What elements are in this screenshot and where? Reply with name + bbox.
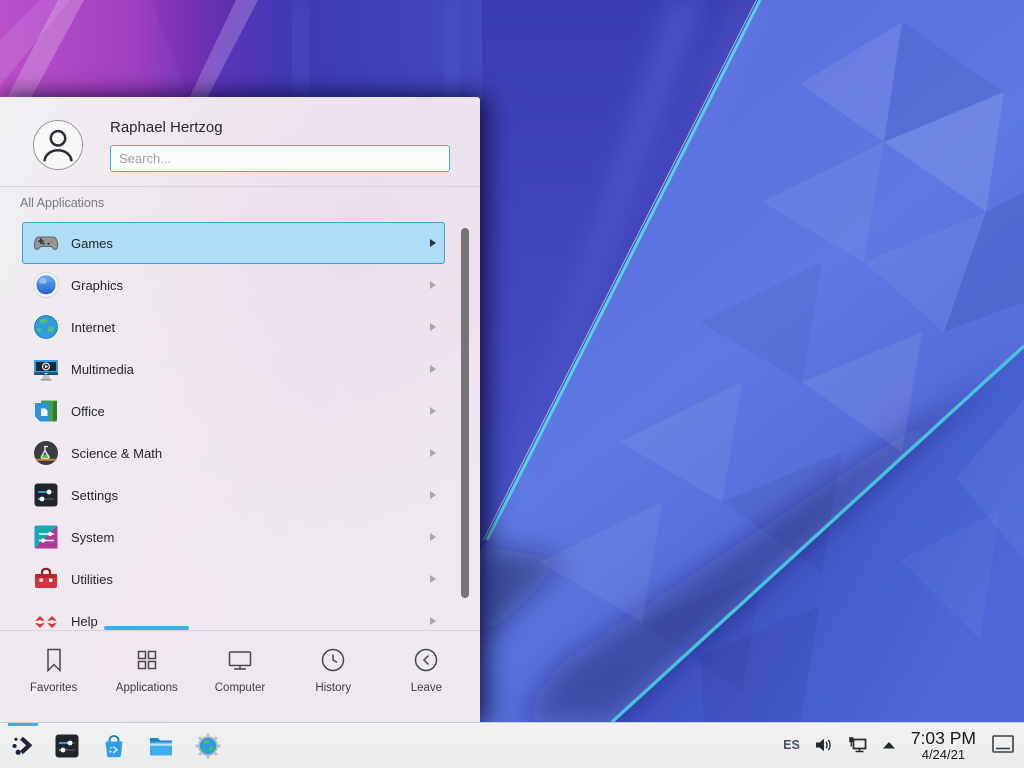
discover-icon[interactable] (100, 732, 128, 760)
leave-icon (411, 645, 441, 675)
submenu-arrow-icon (429, 616, 437, 626)
category-help[interactable]: Help (22, 600, 445, 630)
multimedia-icon (32, 355, 60, 383)
graphics-icon (32, 271, 60, 299)
category-label: Games (71, 236, 429, 251)
office-icon (32, 397, 60, 425)
favorites-icon (39, 645, 69, 675)
submenu-arrow-icon (429, 532, 437, 542)
pinned-apps (53, 732, 222, 760)
taskbar-panel: ES 7:03 PM 4/24/21 (0, 722, 1024, 768)
tab-label: Leave (411, 682, 442, 694)
category-label: Multimedia (71, 362, 429, 377)
tab-label: Computer (215, 682, 266, 694)
launcher-tab-bar: Favorites Applications Computer History (0, 630, 480, 722)
tab-label: Applications (116, 682, 178, 694)
category-label: System (71, 530, 429, 545)
volume-icon[interactable] (813, 735, 833, 755)
category-label: Science & Math (71, 446, 429, 461)
category-graphics[interactable]: Graphics (22, 264, 445, 306)
web-browser-icon[interactable] (194, 732, 222, 760)
tab-leave[interactable]: Leave (380, 631, 473, 722)
tab-computer[interactable]: Computer (193, 631, 286, 722)
user-name: Raphael Hertzog (110, 117, 450, 136)
category-system[interactable]: System (22, 516, 445, 558)
active-task-indicator (8, 723, 38, 726)
category-label: Office (71, 404, 429, 419)
category-settings[interactable]: Settings (22, 474, 445, 516)
search-input[interactable] (110, 145, 450, 172)
user-avatar[interactable] (33, 120, 83, 170)
submenu-arrow-icon (429, 280, 437, 290)
submenu-arrow-icon (429, 406, 437, 416)
system-icon (32, 523, 60, 551)
games-icon (32, 229, 60, 257)
internet-icon (32, 313, 60, 341)
submenu-arrow-icon (429, 574, 437, 584)
category-label: Settings (71, 488, 429, 503)
launcher-header: Raphael Hertzog (0, 97, 480, 187)
scrollbar-handle[interactable] (461, 228, 469, 598)
clock-date: 4/24/21 (911, 748, 976, 762)
tab-history[interactable]: History (287, 631, 380, 722)
network-icon[interactable] (846, 734, 868, 756)
tab-label: History (315, 682, 351, 694)
clock-time: 7:03 PM (911, 729, 976, 748)
section-label: All Applications (20, 196, 480, 218)
settings-icon (32, 481, 60, 509)
keyboard-layout-indicator[interactable]: ES (783, 738, 800, 752)
category-list: Games Graphics (22, 222, 445, 630)
science-icon (32, 439, 60, 467)
category-science-math[interactable]: Science & Math (22, 432, 445, 474)
applications-icon (132, 645, 162, 675)
tab-label: Favorites (30, 682, 77, 694)
category-games[interactable]: Games (22, 222, 445, 264)
tab-favorites[interactable]: Favorites (7, 631, 100, 722)
tab-applications[interactable]: Applications (100, 631, 193, 722)
expand-tray-arrow-icon[interactable] (881, 738, 897, 752)
digital-clock[interactable]: 7:03 PM 4/24/21 (911, 729, 976, 762)
category-label: Internet (71, 320, 429, 335)
system-tray: ES 7:03 PM 4/24/21 (783, 729, 1016, 762)
history-icon (318, 645, 348, 675)
category-utilities[interactable]: Utilities (22, 558, 445, 600)
help-icon (32, 607, 60, 630)
file-manager-icon[interactable] (147, 732, 175, 760)
category-label: Graphics (71, 278, 429, 293)
app-launcher-icon (9, 732, 36, 759)
submenu-arrow-icon (429, 364, 437, 374)
submenu-arrow-icon (429, 238, 437, 248)
category-label: Utilities (71, 572, 429, 587)
application-launcher-popup: Raphael Hertzog All Applications Games (0, 97, 480, 722)
category-office[interactable]: Office (22, 390, 445, 432)
submenu-arrow-icon (429, 448, 437, 458)
submenu-arrow-icon (429, 490, 437, 500)
utilities-icon (32, 565, 60, 593)
category-multimedia[interactable]: Multimedia (22, 348, 445, 390)
submenu-arrow-icon (429, 322, 437, 332)
system-settings-icon[interactable] (53, 732, 81, 760)
category-internet[interactable]: Internet (22, 306, 445, 348)
computer-icon (225, 645, 255, 675)
user-icon (35, 122, 81, 168)
app-launcher-button[interactable] (3, 723, 41, 768)
show-desktop-button[interactable] (990, 732, 1016, 758)
